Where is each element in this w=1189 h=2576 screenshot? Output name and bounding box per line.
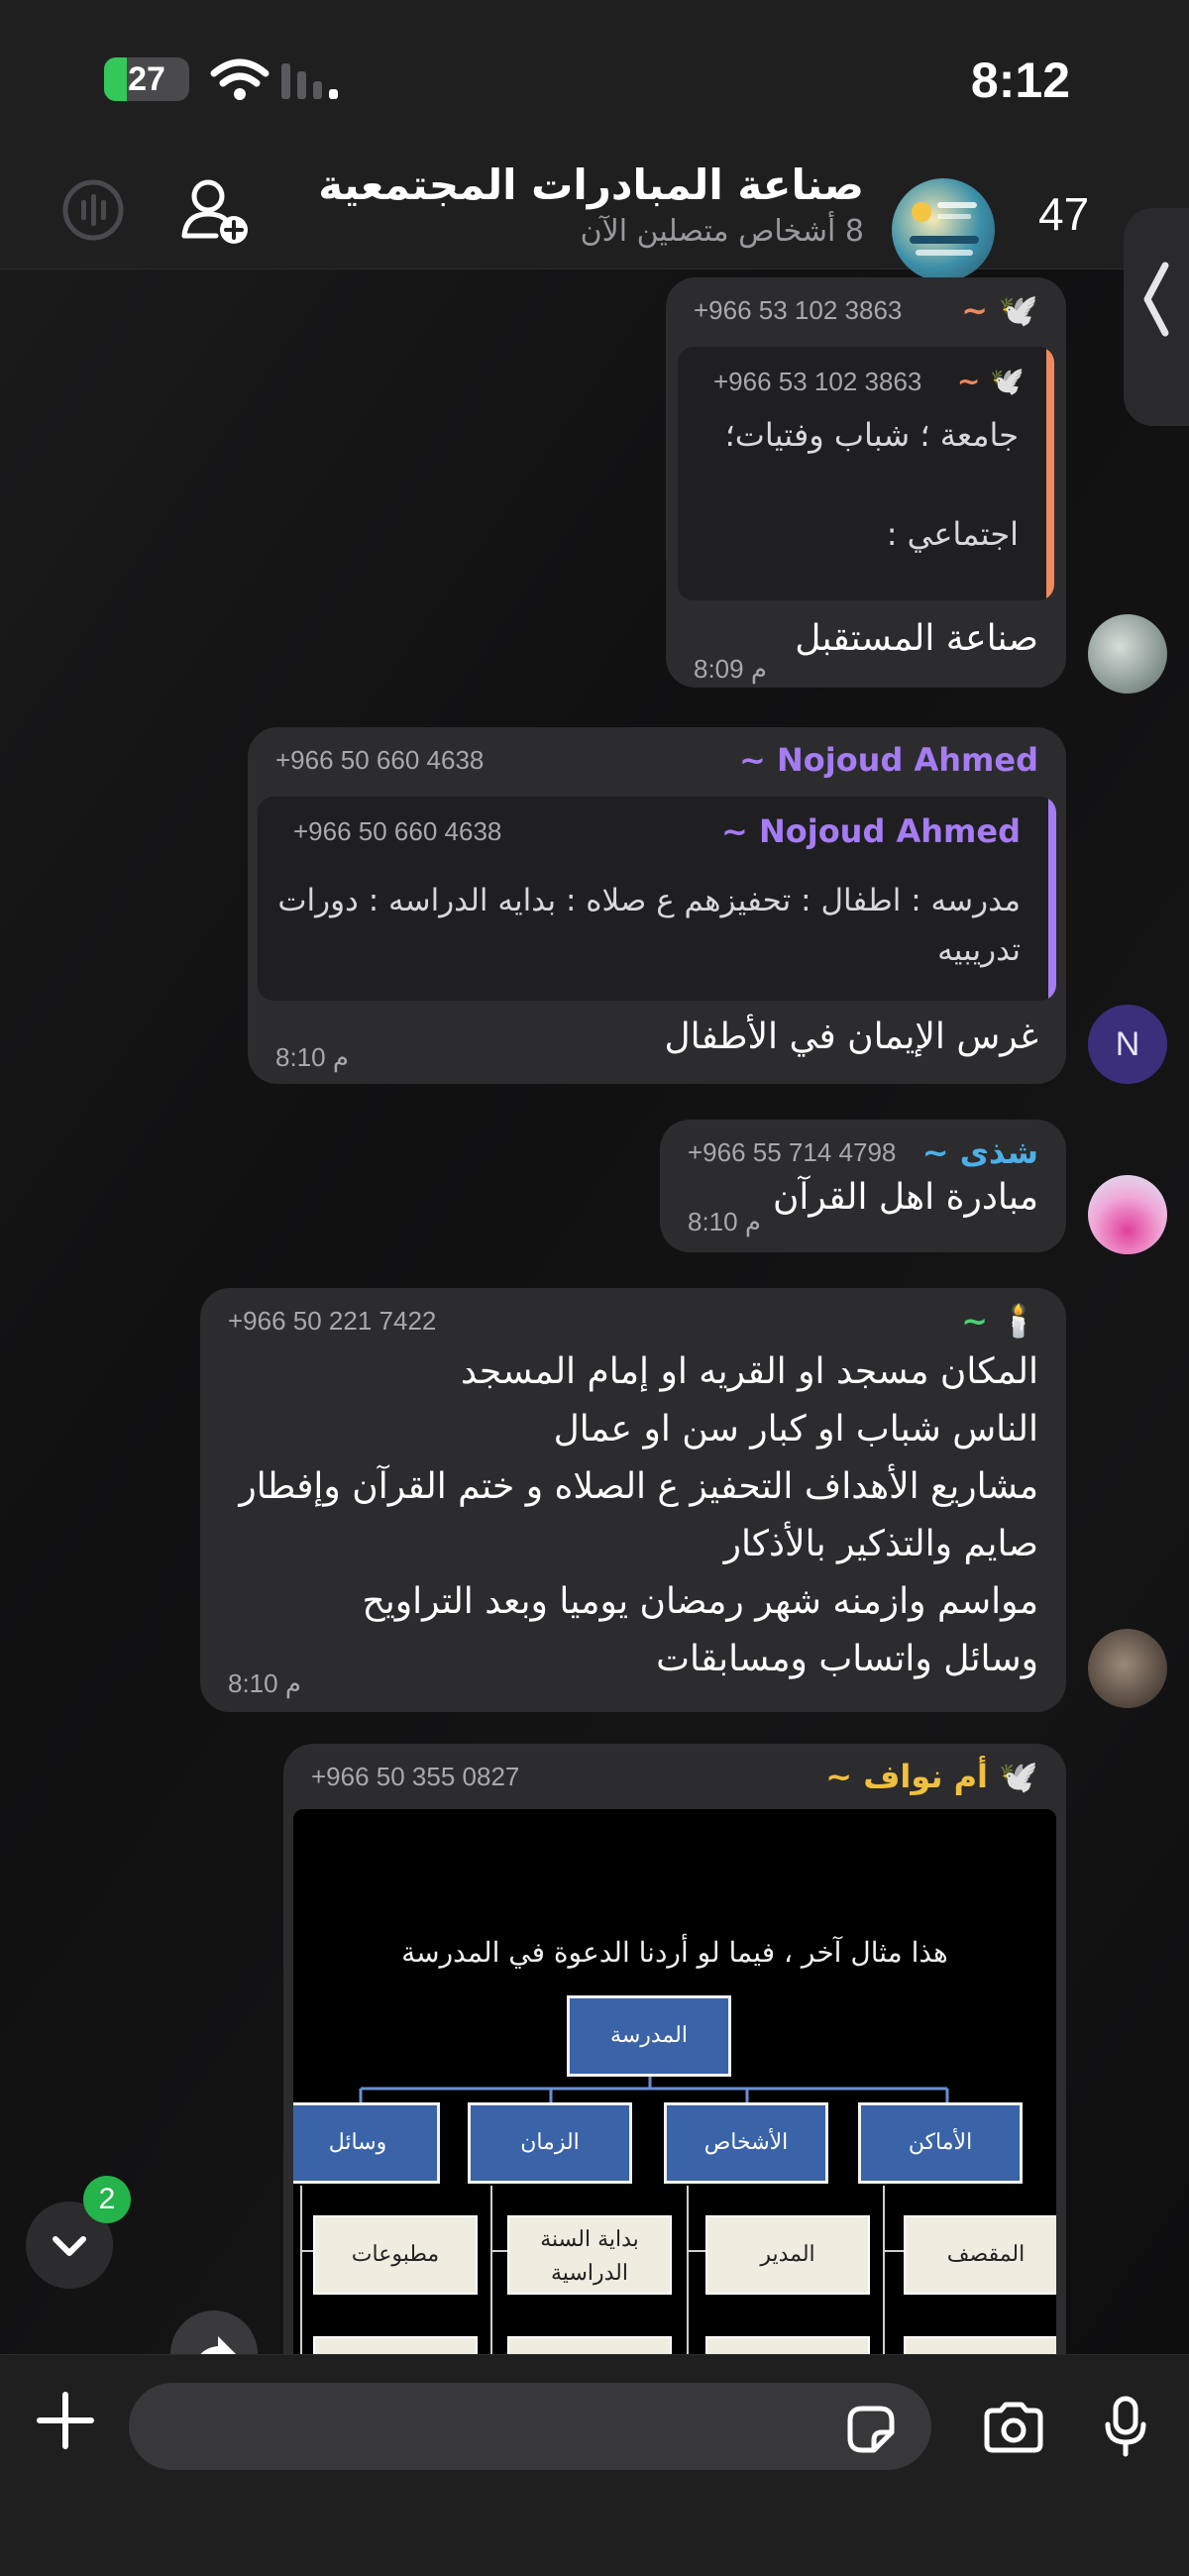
sender-name[interactable]: ~ Nojoud Ahmed [739, 737, 1038, 783]
message-sender-row: +966 53 102 3863 ~ 🕊️ [694, 287, 1038, 333]
diagram-leaf-node: المقصف [904, 2215, 1056, 2295]
message-bubble[interactable]: +966 55 714 4798 ~ شذى مبادرة اهل القرآن… [660, 1120, 1066, 1252]
message-input-bar [0, 2354, 1189, 2576]
message-time: 8:10 م [688, 1207, 761, 1236]
diagram-leaf-node-partial [904, 2336, 1056, 2354]
message-text: صناعة المستقبل [795, 618, 1038, 659]
message-time: 8:09 م [694, 654, 767, 684]
quote-sender-name: ~ Nojoud Ahmed [721, 812, 1021, 850]
diagram-branch-node: الزمان [468, 2102, 632, 2184]
status-time: 8:12 [970, 53, 1070, 108]
message-sender-row: +966 50 355 0827 ~ أم نواف 🕊️ [311, 1754, 1038, 1799]
quote-line: مدرسه : اطفال : تحفيزهم ع صلاه : بدايه ا… [277, 883, 1021, 918]
message-bubble[interactable]: +966 53 102 3863 ~ 🕊️ +966 53 102 3863 ~… [666, 277, 1066, 688]
battery-indicator: 27 [104, 57, 189, 101]
message-time: 8:10 م [275, 1042, 349, 1072]
quote-sender-name: ~ 🕊️ [956, 365, 1025, 397]
sender-phone[interactable]: +966 53 102 3863 [694, 287, 902, 333]
quote-sender-row: +966 53 102 3863 ~ 🕊️ [713, 359, 1025, 404]
sender-name[interactable]: ~ أم نواف 🕊️ [825, 1754, 1038, 1799]
sender-avatar[interactable] [1088, 614, 1167, 694]
plus-icon[interactable] [36, 2391, 95, 2450]
unread-badge: 2 [83, 2176, 131, 2223]
group-avatar-image [910, 202, 979, 256]
message-text-line: المكان مسجد او القريه او إمام المسجد [461, 1351, 1038, 1392]
message-sender-row: +966 50 221 7422 ~ 🕯️ [228, 1298, 1038, 1343]
diagram-branch-node: الأماكن [858, 2102, 1023, 2184]
quote-sender-phone: +966 50 660 4638 [293, 816, 502, 846]
status-bar: 27 8:12 [0, 0, 1189, 149]
message-text-line: صايم والتذكير بالأذكار [723, 1524, 1038, 1564]
back-unread-count[interactable]: 47 [1038, 184, 1118, 244]
message-list[interactable]: +966 53 102 3863 ~ 🕊️ +966 53 102 3863 ~… [0, 269, 1189, 2354]
message-text-line: الناس شباب او كبار سن او عمال [553, 1409, 1038, 1449]
sender-avatar[interactable] [1088, 1175, 1167, 1254]
quote-sender-phone: +966 53 102 3863 [713, 367, 922, 396]
sender-phone[interactable]: +966 50 660 4638 [275, 737, 484, 783]
quote-line: جامعة ؛ شباب وفتيات؛ [724, 416, 1019, 454]
message-text-line: وسائل واتساب ومسابقات [656, 1639, 1038, 1679]
diagram-leaf-node: مطبوعات [313, 2215, 478, 2295]
diagram-leaf-node: بداية السنة الدراسية [507, 2215, 672, 2295]
voice-chat-icon[interactable] [61, 178, 125, 242]
quote-line: تدريبيه [937, 932, 1021, 968]
diagram-root-node: المدرسة [567, 1995, 731, 2077]
diagram-branch-node: وسائل [293, 2102, 440, 2184]
diagram-leaf-node-partial [507, 2336, 672, 2354]
message-image[interactable]: هذا مثال آخر ، فيما لو أردنا الدعوة في ا… [293, 1809, 1056, 2354]
message-text-line: مشاريع الأهداف التحفيز ع الصلاه و ختم ال… [239, 1466, 1038, 1507]
diagram-leaf-node: المدير [705, 2215, 870, 2295]
quoted-message[interactable]: +966 53 102 3863 ~ 🕊️ جامعة ؛ شباب وفتيا… [678, 347, 1054, 600]
add-member-icon[interactable] [178, 174, 254, 250]
message-text: غرس الإيمان في الأطفال [664, 1017, 1038, 1057]
chat-online-status: 8 أشخاص متصلين الآن [580, 214, 864, 249]
chat-header: صناعة المبادرات المجتمعية 8 أشخاص متصلين… [0, 149, 1189, 281]
diagram-leaf-node-partial [705, 2336, 870, 2354]
sender-name[interactable]: ~ 🕊️ [961, 287, 1038, 333]
quote-accent-bar [1046, 347, 1054, 600]
quote-accent-bar [1048, 797, 1056, 1001]
message-text-line: مواسم وازمنه شهر رمضان يوميا وبعد التراو… [362, 1581, 1038, 1622]
quote-sender-row: +966 50 660 4638 ~ Nojoud Ahmed [293, 808, 1021, 854]
sender-avatar[interactable] [1088, 1629, 1167, 1708]
chat-title[interactable]: صناعة المبادرات المجتمعية [270, 161, 864, 209]
signal-icon [281, 63, 338, 99]
group-avatar[interactable] [892, 178, 995, 281]
quote-line: اجتماعي : [886, 515, 1019, 553]
sticker-icon[interactable] [844, 2403, 898, 2456]
microphone-icon[interactable] [1104, 2395, 1147, 2458]
message-text: مبادرة اهل القرآن [772, 1177, 1038, 1218]
message-sender-row: +966 50 660 4638 ~ Nojoud Ahmed [275, 737, 1038, 783]
message-bubble[interactable]: +966 50 221 7422 ~ 🕯️ المكان مسجد او الق… [200, 1288, 1066, 1712]
battery-level: 27 [128, 60, 165, 98]
camera-icon[interactable] [981, 2401, 1046, 2454]
sender-phone[interactable]: +966 50 355 0827 [311, 1754, 519, 1799]
message-input[interactable] [129, 2383, 931, 2470]
sender-avatar[interactable]: N [1088, 1005, 1167, 1084]
message-time: 8:10 م [228, 1668, 301, 1698]
diagram-branch-node: الأشخاص [664, 2102, 828, 2184]
diagram-leaf-node-partial [313, 2336, 478, 2354]
quoted-message[interactable]: +966 50 660 4638 ~ Nojoud Ahmed مدرسه : … [258, 797, 1056, 1001]
sender-name[interactable]: ~ 🕯️ [961, 1298, 1038, 1343]
sender-phone[interactable]: +966 50 221 7422 [228, 1298, 436, 1343]
wifi-icon [210, 58, 270, 100]
message-bubble[interactable]: +966 50 660 4638 ~ Nojoud Ahmed +966 50 … [248, 727, 1066, 1084]
